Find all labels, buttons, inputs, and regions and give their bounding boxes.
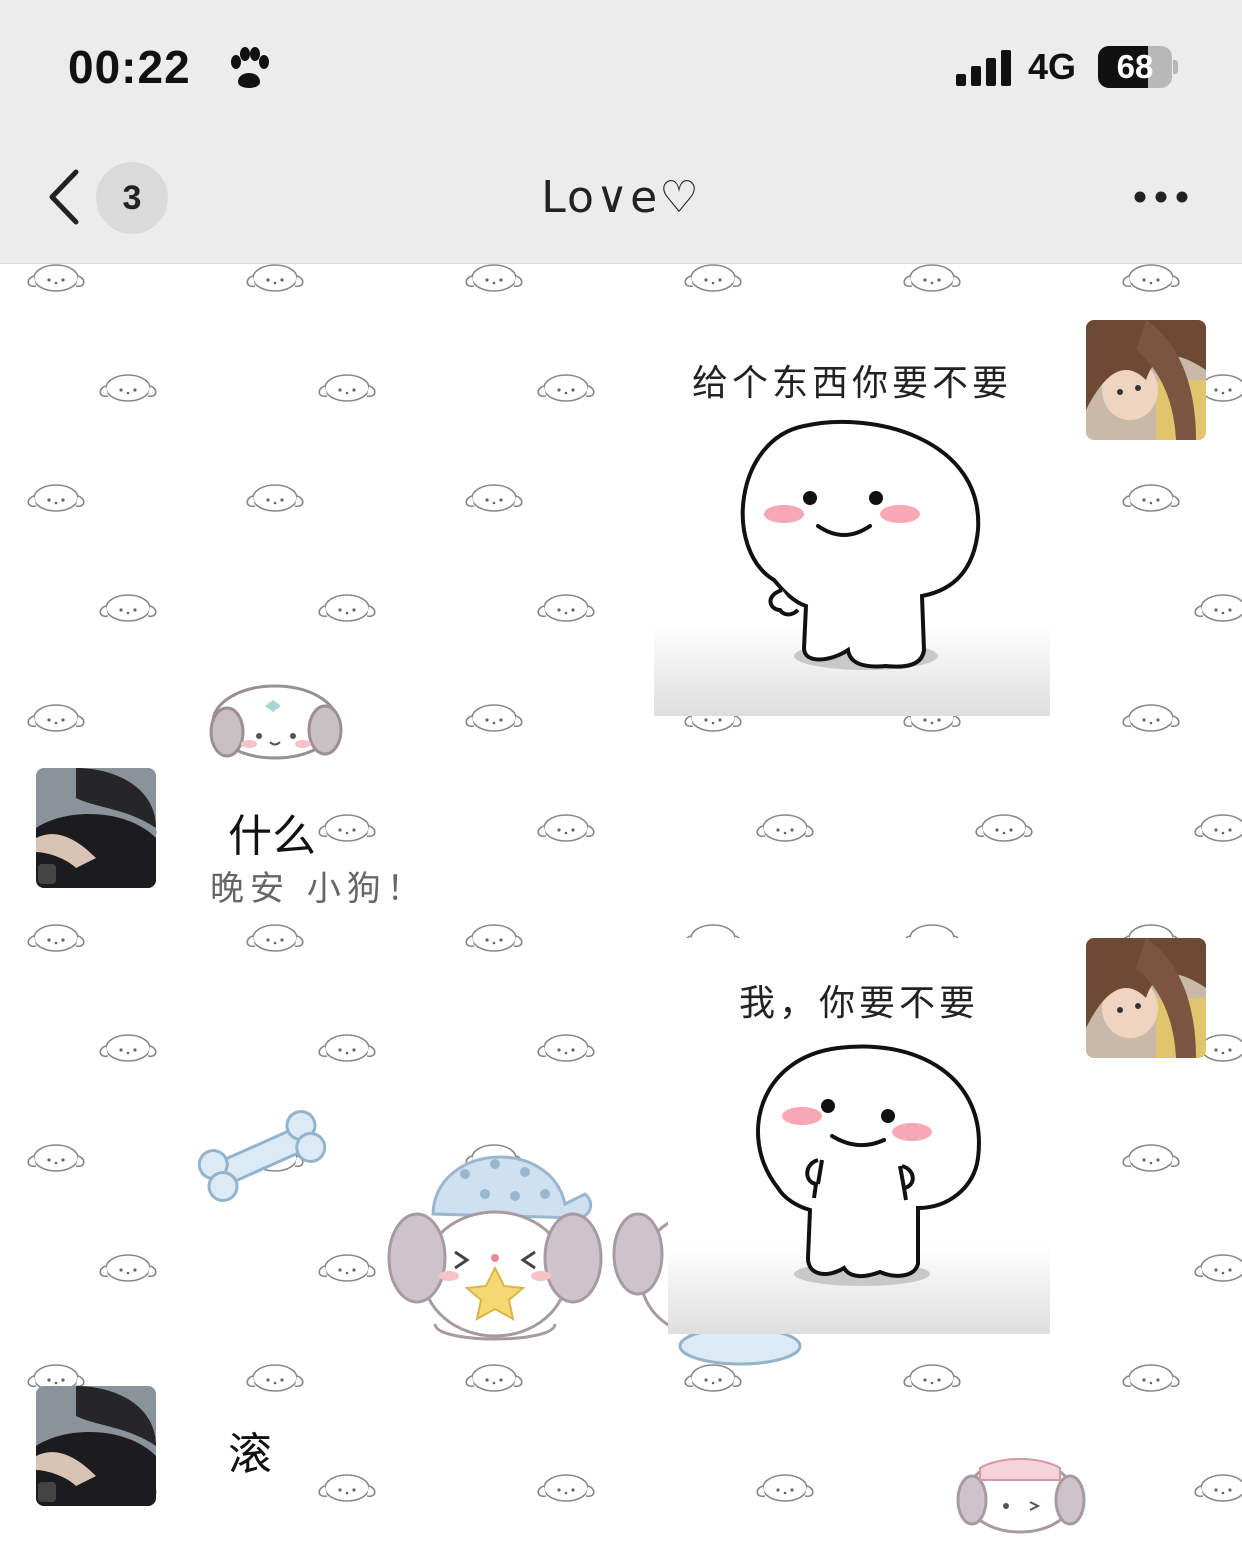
text-message-4[interactable]: 滚 (228, 1418, 272, 1482)
bone-icon (197, 1110, 327, 1202)
status-time: 00:22 (68, 41, 191, 93)
battery-icon: 68 (1098, 46, 1172, 88)
wallpaper-dog-icon (684, 1364, 742, 1392)
wallpaper-dog-icon (1122, 1144, 1180, 1172)
wallpaper-dog-icon (1122, 704, 1180, 732)
wallpaper-dog-icon (465, 264, 523, 292)
chat-wallpaper: 晚安 小狗！ (27, 264, 1242, 1534)
network-type: 4G (1028, 46, 1077, 87)
wallpaper-dog-icon (465, 924, 523, 952)
more-dots-icon[interactable] (1132, 186, 1190, 208)
chat-message-list[interactable]: 晚安 小狗！ 给个东西你要不要 什么 我，你要不要 滚 (0, 264, 1242, 1544)
wallpaper-dog-icon (318, 1254, 376, 1282)
chat-header: 00:22 4G 68 3 Lo∨e♡ (0, 0, 1242, 264)
wallpaper-dog-icon (537, 374, 595, 402)
wallpaper-dog-icon (975, 814, 1033, 842)
sticker-message-1[interactable]: 给个东西你要不要 (654, 330, 1050, 716)
wallpaper-dog-icon (537, 594, 595, 622)
sticker-message-3[interactable]: 我，你要不要 (668, 938, 1050, 1334)
wallpaper-dog-icon (1194, 1474, 1242, 1502)
wallpaper-dog-icon (1194, 594, 1242, 622)
chat-title: Lo∨e♡ (541, 172, 701, 223)
wallpaper-dog-icon (99, 594, 157, 622)
avatar-contact[interactable] (36, 1386, 156, 1506)
wallpaper-dog-icon (246, 264, 304, 292)
wallpaper-dog-icon (537, 814, 595, 842)
text-message-2[interactable]: 什么 (228, 800, 316, 864)
wallpaper-dog-icon (1122, 484, 1180, 512)
wallpaper-goodnight-text: 晚安 小狗！ (210, 869, 427, 909)
avatar-self[interactable] (1086, 938, 1206, 1058)
paw-icon (231, 47, 269, 88)
wallpaper-dog-icon (537, 1474, 595, 1502)
wallpaper-dog-icon (246, 1364, 304, 1392)
wallpaper-dog-icon (318, 1034, 376, 1062)
wallpaper-dog-icon (99, 374, 157, 402)
wallpaper-dog-icon (27, 704, 85, 732)
wallpaper-dog-icon (27, 484, 85, 512)
wallpaper-dog-icon (684, 264, 742, 292)
wallpaper-puppy-top-icon (209, 684, 343, 760)
wallpaper-dog-icon (903, 1364, 961, 1392)
wallpaper-dog-icon (1194, 1254, 1242, 1282)
battery-tip (1173, 60, 1178, 74)
wallpaper-dog-icon (756, 1474, 814, 1502)
wallpaper-dog-icon (465, 704, 523, 732)
wallpaper-dog-icon (246, 484, 304, 512)
avatar-contact[interactable] (36, 768, 156, 888)
wallpaper-dog-icon (318, 1474, 376, 1502)
wallpaper-dog-icon (99, 1254, 157, 1282)
avatar-self-image (1086, 320, 1206, 440)
wallpaper-dog-icon (465, 1364, 523, 1392)
wallpaper-dog-icon (1194, 814, 1242, 842)
wallpaper-puppy-bottom-icon (956, 1458, 1086, 1534)
wallpaper-dog-icon (465, 484, 523, 512)
wallpaper-dog-icon (99, 1034, 157, 1062)
avatar-self-image (1086, 938, 1206, 1058)
wallpaper-dog-icon (1122, 1364, 1180, 1392)
wallpaper-dog-icon (537, 1034, 595, 1062)
wallpaper-dog-icon (246, 924, 304, 952)
wallpaper-sleepy-puppy-icon (387, 1155, 603, 1341)
signal-icon (956, 50, 1011, 86)
wallpaper-dog-icon (318, 374, 376, 402)
avatar-contact-image (36, 1386, 156, 1506)
wallpaper-dog-icon (27, 264, 85, 292)
wallpaper-dog-icon (27, 1144, 85, 1172)
sticker-cartoon-shy-icon (756, 1044, 981, 1286)
wallpaper-dog-icon (1122, 264, 1180, 292)
wallpaper-dog-icon (318, 814, 376, 842)
battery-level: 68 (1116, 48, 1154, 85)
wallpaper-dog-icon (27, 924, 85, 952)
wallpaper-dog-icon (903, 264, 961, 292)
avatar-contact-image (36, 768, 156, 888)
sticker-cartoon-pointing-icon (740, 419, 981, 670)
wallpaper-dog-icon (756, 814, 814, 842)
avatar-self[interactable] (1086, 320, 1206, 440)
wallpaper-dog-icon (318, 594, 376, 622)
